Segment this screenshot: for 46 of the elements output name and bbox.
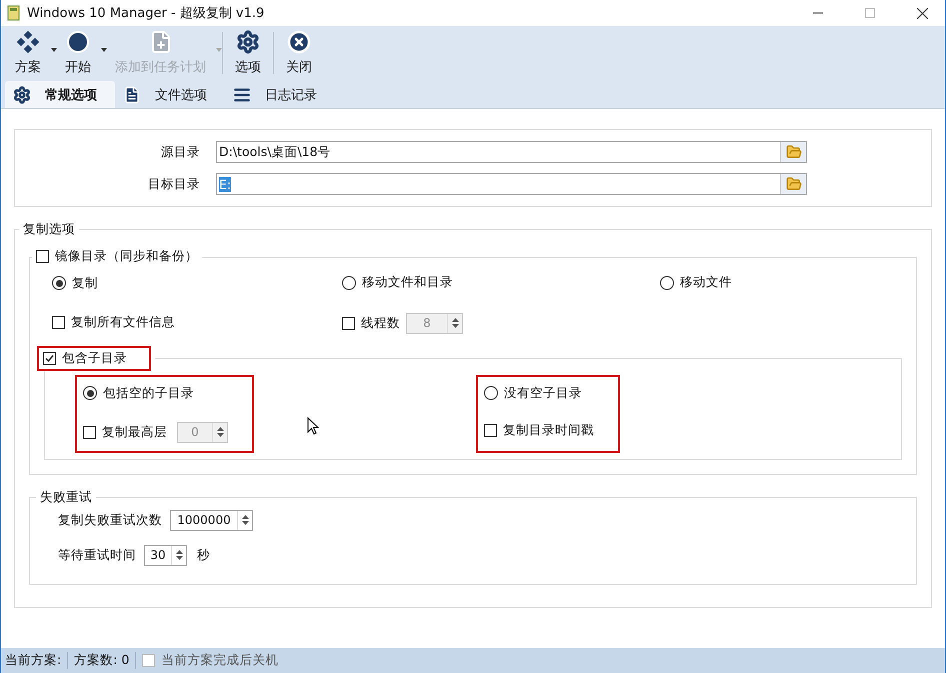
cursor-icon — [307, 417, 319, 435]
settings-icon — [236, 30, 260, 54]
radio-button[interactable]: 没有空子目录 — [484, 384, 594, 402]
toolbar-button[interactable]: 选项 — [223, 26, 273, 80]
radio-button[interactable]: 包括空的子目录 — [83, 384, 228, 402]
field-label: 目标目录 — [147, 176, 200, 192]
group-title: 失败重试 — [40, 488, 92, 504]
checkbox[interactable]: 复制所有文件信息 — [52, 314, 175, 331]
caret-icon — [101, 48, 107, 52]
status-text: 当前方案: — [5, 652, 62, 669]
group-title: 复制选项 — [23, 221, 75, 236]
toolbar-button[interactable]: 开始 — [57, 26, 107, 80]
checkbox[interactable]: 复制最高层 — [83, 424, 167, 440]
path-field[interactable]: D:\tools\桌面\18号 — [216, 141, 807, 163]
checkbox[interactable]: 镜像目录（同步和备份） — [36, 248, 198, 265]
maximize-icon — [865, 8, 875, 18]
window-title: Windows 10 Manager - 超级复制 v1.9 — [27, 5, 266, 22]
number-spinner[interactable]: 1000000 — [170, 510, 253, 530]
caret-icon — [216, 48, 222, 52]
menu-icon — [233, 86, 251, 104]
field-label: 等待重试时间 — [58, 546, 136, 564]
highlighted-checkbox[interactable]: 包含子目录 — [37, 346, 151, 370]
radio-button[interactable]: 复制 — [52, 274, 98, 292]
close-icon — [916, 8, 928, 18]
field-label: 复制失败重试次数 — [58, 512, 162, 528]
checkmark-icon — [45, 354, 54, 362]
tab[interactable]: 文件选项 — [115, 81, 225, 108]
tab[interactable]: 常规选项 — [5, 81, 115, 108]
toolbar-button[interactable]: 方案 — [7, 26, 57, 80]
browse-button[interactable] — [780, 142, 806, 162]
number-spinner[interactable]: 30 — [144, 544, 187, 566]
radio-button[interactable]: 移动文件 — [660, 274, 732, 291]
app-icon — [7, 5, 21, 21]
browse-button[interactable] — [780, 174, 806, 194]
checkbox[interactable]: 复制目录时间戳 — [484, 422, 594, 438]
field-label: 源目录 — [160, 144, 200, 160]
caret-icon — [51, 48, 57, 52]
tab[interactable]: 日志记录 — [225, 81, 335, 108]
unit-label: 秒 — [197, 546, 210, 564]
status-text: 方案数: 0 — [74, 652, 130, 669]
radio-button[interactable]: 移动文件和目录 — [342, 274, 453, 291]
toolbar-button[interactable]: 关闭 — [274, 26, 324, 80]
document-icon — [123, 86, 141, 104]
settings-icon — [13, 86, 31, 104]
close-icon — [287, 30, 311, 54]
dpad-icon — [16, 30, 40, 54]
